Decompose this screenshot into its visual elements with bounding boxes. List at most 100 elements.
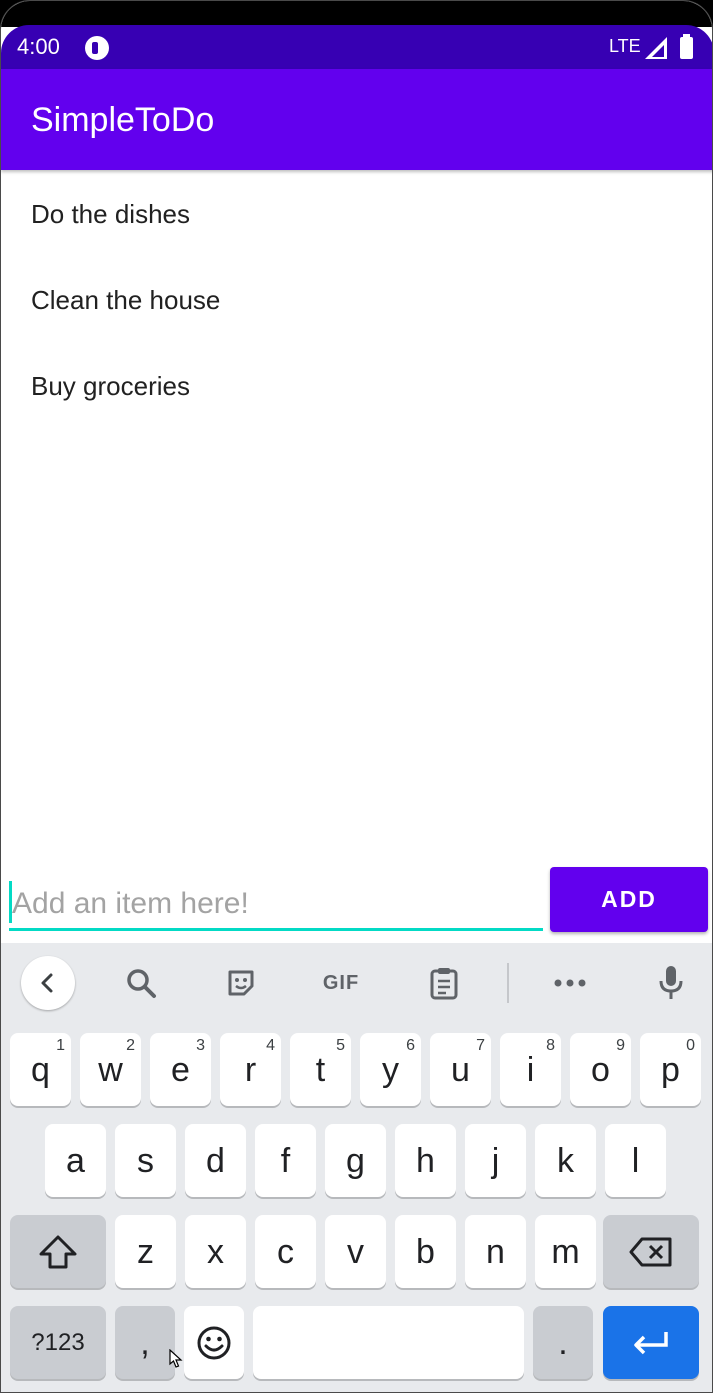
comma-key[interactable]: ,: [115, 1306, 175, 1379]
shift-key[interactable]: [10, 1215, 106, 1288]
key-label: n: [486, 1232, 505, 1271]
toolbar-collapse-button[interactable]: [21, 956, 75, 1010]
key-hint: 3: [196, 1037, 205, 1054]
key-label: q: [31, 1050, 50, 1089]
comma-key-label: ,: [140, 1323, 150, 1362]
key-label: g: [346, 1141, 365, 1180]
key-f[interactable]: f: [255, 1124, 316, 1197]
todo-item[interactable]: Do the dishes: [1, 171, 712, 257]
symbols-key[interactable]: ?123: [10, 1306, 106, 1379]
key-q[interactable]: q1: [10, 1033, 71, 1106]
key-label: y: [382, 1050, 399, 1089]
new-item-input[interactable]: [9, 879, 543, 931]
phone-screen: 4:00 LTE SimpleToDo Do the dishes Clean …: [0, 0, 713, 1393]
status-bar: 4:00 LTE: [1, 25, 712, 69]
period-key-label: .: [558, 1323, 568, 1362]
app-bar: SimpleToDo: [1, 69, 712, 170]
symbols-key-label: ?123: [31, 1328, 85, 1356]
key-label: e: [171, 1050, 190, 1089]
key-hint: 4: [266, 1037, 275, 1054]
key-a[interactable]: a: [45, 1124, 106, 1197]
key-p[interactable]: p0: [640, 1033, 701, 1106]
key-label: i: [526, 1050, 535, 1089]
key-label: w: [98, 1050, 123, 1089]
key-z[interactable]: z: [115, 1215, 176, 1288]
toolbar-divider: [507, 963, 509, 1003]
key-l[interactable]: l: [605, 1124, 666, 1197]
key-n[interactable]: n: [465, 1215, 526, 1288]
key-hint: 1: [56, 1037, 65, 1054]
chevron-left-icon: [41, 973, 53, 993]
app-title: SimpleToDo: [31, 101, 215, 139]
key-hint: 5: [336, 1037, 345, 1054]
todo-list: Do the dishes Clean the house Buy grocer…: [1, 171, 712, 429]
key-label: p: [661, 1050, 680, 1089]
key-i[interactable]: i8: [500, 1033, 561, 1106]
enter-icon: [634, 1331, 668, 1354]
sticker-button[interactable]: [214, 956, 268, 1010]
emoji-icon: [197, 1326, 231, 1359]
key-t[interactable]: t5: [290, 1033, 351, 1106]
key-label: k: [557, 1141, 574, 1180]
battery-icon: [680, 34, 693, 59]
period-key[interactable]: .: [533, 1306, 593, 1379]
key-e[interactable]: e3: [150, 1033, 211, 1106]
key-o[interactable]: o9: [570, 1033, 631, 1106]
key-d[interactable]: d: [185, 1124, 246, 1197]
search-button[interactable]: [114, 956, 168, 1010]
signal-icon: [645, 37, 667, 59]
key-hint: 6: [406, 1037, 415, 1054]
key-label: j: [491, 1141, 500, 1180]
key-label: x: [207, 1232, 224, 1271]
clipboard-button[interactable]: [417, 956, 471, 1010]
key-w[interactable]: w2: [80, 1033, 141, 1106]
key-v[interactable]: v: [325, 1215, 386, 1288]
key-h[interactable]: h: [395, 1124, 456, 1197]
key-x[interactable]: x: [185, 1215, 246, 1288]
space-key[interactable]: [253, 1306, 524, 1379]
key-b[interactable]: b: [395, 1215, 456, 1288]
key-label: t: [315, 1050, 326, 1089]
key-label: m: [551, 1232, 580, 1271]
shift-icon: [39, 1235, 77, 1268]
keyboard-toolbar: GIF: [1, 943, 712, 1025]
enter-key[interactable]: [603, 1306, 699, 1379]
key-label: d: [206, 1141, 225, 1180]
key-hint: 2: [126, 1037, 135, 1054]
todo-item[interactable]: Clean the house: [1, 257, 712, 343]
key-hint: 8: [546, 1037, 555, 1054]
text-cursor: [9, 881, 12, 923]
key-m[interactable]: m: [535, 1215, 596, 1288]
microphone-icon: [659, 966, 683, 999]
key-s[interactable]: s: [115, 1124, 176, 1197]
voice-input-button[interactable]: [644, 956, 698, 1010]
todo-item[interactable]: Buy groceries: [1, 343, 712, 429]
emoji-key[interactable]: [184, 1306, 244, 1379]
clipboard-icon: [430, 968, 458, 1000]
backspace-icon: [629, 1237, 672, 1266]
input-row: ADD: [1, 861, 712, 943]
more-button[interactable]: [543, 956, 597, 1010]
key-g[interactable]: g: [325, 1124, 386, 1197]
search-icon: [127, 969, 156, 998]
gif-button[interactable]: GIF: [314, 956, 368, 1010]
key-k[interactable]: k: [535, 1124, 596, 1197]
key-label: b: [416, 1232, 435, 1271]
key-j[interactable]: j: [465, 1124, 526, 1197]
device-frame: [1, 1, 712, 27]
key-r[interactable]: r4: [220, 1033, 281, 1106]
key-label: l: [631, 1141, 640, 1180]
mouse-pointer-icon: [169, 1349, 183, 1368]
key-hint: 7: [476, 1037, 485, 1054]
key-label: s: [137, 1141, 154, 1180]
key-label: a: [66, 1141, 85, 1180]
backspace-key[interactable]: [603, 1215, 699, 1288]
key-u[interactable]: u7: [430, 1033, 491, 1106]
key-hint: 0: [686, 1037, 695, 1054]
network-type: LTE: [609, 36, 641, 56]
gif-icon: GIF: [322, 971, 360, 994]
key-y[interactable]: y6: [360, 1033, 421, 1106]
add-button[interactable]: ADD: [550, 867, 708, 932]
key-label: u: [451, 1050, 470, 1089]
key-c[interactable]: c: [255, 1215, 316, 1288]
